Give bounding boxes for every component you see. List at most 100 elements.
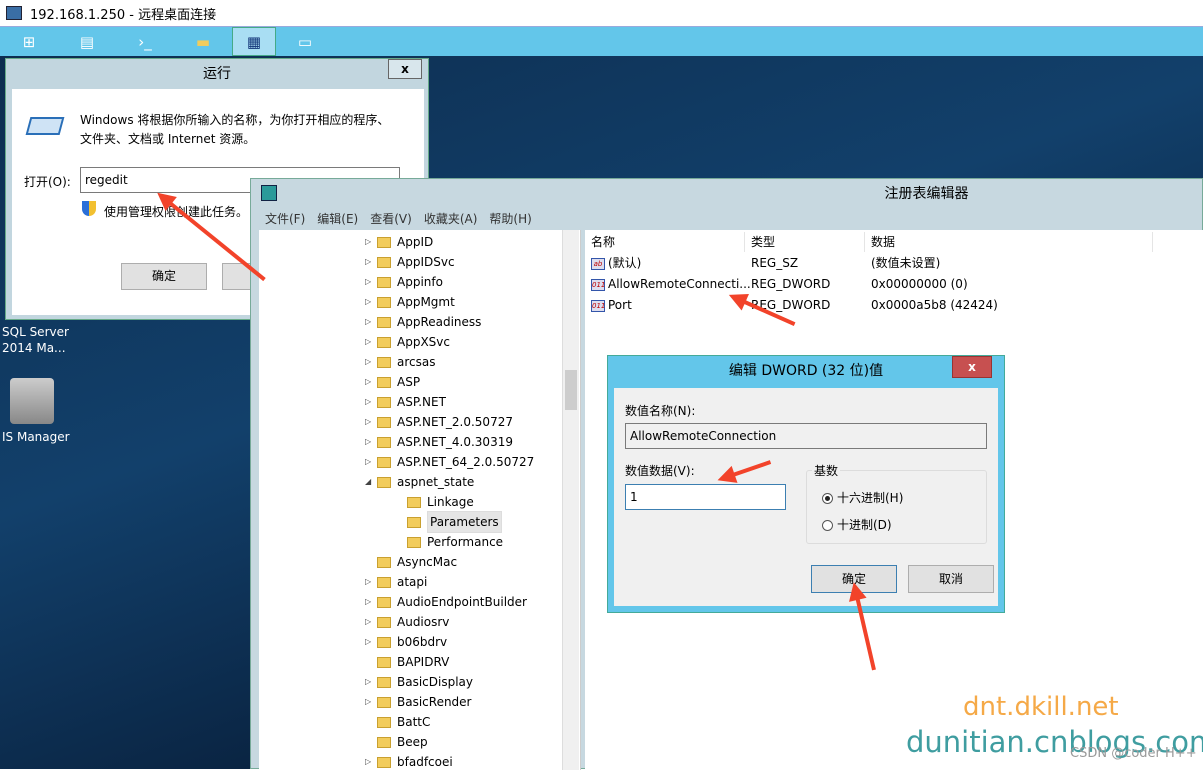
tree-node[interactable]: ▷ ASP [365, 372, 420, 392]
tree-node[interactable]: ▷ ASP.NET [365, 392, 446, 412]
value-row[interactable]: ab (默认) REG_SZ (数值未设置) [585, 253, 1203, 274]
tree-node[interactable]: ▷ AppIDSvc [365, 252, 455, 272]
folder-icon [377, 276, 391, 288]
tree-node[interactable]: ▷ BasicDisplay [365, 672, 473, 692]
radio-hex[interactable]: 十六进制(H) [822, 489, 903, 506]
expand-icon[interactable]: ▷ [365, 412, 375, 432]
expand-icon[interactable]: ▷ [365, 272, 375, 292]
tree-node[interactable]: ▷ b06bdrv [365, 632, 447, 652]
tree-node[interactable]: ▷ ASP.NET_4.0.30319 [365, 432, 513, 452]
tree-node[interactable]: ▷ AppReadiness [365, 312, 481, 332]
expand-icon[interactable]: ▷ [365, 252, 375, 272]
run-icon[interactable]: ▭ [276, 27, 334, 56]
expand-icon[interactable]: ▷ [365, 352, 375, 372]
value-type: REG_DWORD [751, 277, 831, 291]
regedit-title: 注册表编辑器 [884, 186, 969, 202]
scrollbar-thumb[interactable] [565, 370, 577, 410]
windows-start-icon[interactable]: ⊞ [0, 27, 58, 56]
expand-icon[interactable]: ◢ [365, 472, 375, 492]
folder-icon [377, 716, 391, 728]
tree-node[interactable]: ▷ bfadfcoei [365, 752, 453, 772]
tree-node[interactable]: ▷ AppMgmt [365, 292, 455, 312]
menu-item[interactable]: 收藏夹(A) [424, 209, 478, 229]
expand-icon[interactable]: ▷ [365, 312, 375, 332]
tree-node[interactable]: AsyncMac [365, 552, 457, 572]
desktop-icon-iis[interactable]: IS Manager [2, 430, 70, 444]
value-name-field: AllowRemoteConnection [625, 423, 987, 449]
tree-node-label: AppMgmt [397, 295, 455, 309]
dword-close-button[interactable]: x [952, 356, 992, 378]
menu-item[interactable]: 帮助(H) [489, 209, 531, 229]
server-manager-icon[interactable]: ▤ [58, 27, 116, 56]
expand-icon[interactable]: ▷ [365, 292, 375, 312]
desktop-icon-sql-server[interactable]: SQL Server 2014 Ma... [2, 324, 69, 356]
column-name[interactable]: 名称 [585, 232, 745, 252]
registry-tree: ▷ AppID ▷ AppIDSvc ▷ Appinfo ▷ AppMgmt ▷ AppReadi… [259, 230, 581, 770]
menu-item[interactable]: 编辑(E) [317, 209, 358, 229]
expand-icon[interactable]: ▷ [365, 372, 375, 392]
tree-node[interactable]: ▷ Audiosrv [365, 612, 449, 632]
radio-dec[interactable]: 十进制(D) [822, 516, 892, 533]
tree-node[interactable]: ▷ BasicRender [365, 692, 472, 712]
folder-icon [407, 516, 421, 528]
tree-node[interactable]: ▷ ASP.NET_64_2.0.50727 [365, 452, 534, 472]
value-row[interactable]: 011 AllowRemoteConnecti... REG_DWORD 0x0000… [585, 274, 1203, 295]
tree-node[interactable]: Performance [395, 532, 503, 552]
tree-scrollbar[interactable] [562, 230, 579, 770]
tree-node[interactable]: Beep [365, 732, 428, 752]
expand-icon[interactable]: ▷ [365, 332, 375, 352]
tree-node[interactable]: BAPIDRV [365, 652, 449, 672]
tree-node[interactable]: ▷ ASP.NET_2.0.50727 [365, 412, 513, 432]
expand-icon[interactable]: ▷ [365, 392, 375, 412]
iis-manager-icon[interactable] [10, 378, 54, 424]
expand-icon[interactable]: ▷ [365, 452, 375, 472]
expand-icon[interactable]: ▷ [365, 632, 375, 652]
tree-node[interactable]: ▷ AppXSvc [365, 332, 450, 352]
menu-item[interactable]: 查看(V) [370, 209, 412, 229]
expand-icon[interactable]: ▷ [365, 612, 375, 632]
tree-node[interactable]: ▷ Appinfo [365, 272, 443, 292]
tree-node-label: aspnet_state [397, 475, 475, 489]
expand-icon[interactable]: ▷ [365, 672, 375, 692]
tree-node[interactable]: ▷ arcsas [365, 352, 435, 372]
expand-icon[interactable]: ▷ [365, 592, 375, 612]
run-ok-button[interactable]: 确定 [121, 263, 207, 290]
column-type[interactable]: 类型 [745, 232, 865, 252]
folder-icon [377, 676, 391, 688]
rdp-title-bar: 192.168.1.250 - 远程桌面连接 [0, 0, 1203, 26]
tree-node[interactable]: ▷ AppID [365, 232, 433, 252]
file-explorer-icon[interactable]: ▬ [174, 27, 232, 56]
expand-icon[interactable]: ▷ [365, 432, 375, 452]
folder-icon [377, 576, 391, 588]
tree-node[interactable]: ◢ aspnet_state [365, 472, 474, 492]
tree-node[interactable]: ▷ atapi [365, 572, 427, 592]
menu-item[interactable]: 文件(F) [265, 209, 305, 229]
tree-node[interactable]: BattC [365, 712, 430, 732]
tree-node-label: ASP [397, 375, 421, 389]
expand-icon[interactable]: ▷ [365, 232, 375, 252]
value-row[interactable]: 011 Port REG_DWORD 0x0000a5b8 (42424) [585, 295, 1203, 316]
watermark-csdn: CSDN @coder H++ [1070, 746, 1197, 761]
watermark-dnt: dnt.dkill.net [963, 692, 1119, 722]
expand-icon[interactable]: ▷ [365, 692, 375, 712]
tree-node[interactable]: ▷ AudioEndpointBuilder [365, 592, 527, 612]
radio-dec-button[interactable] [822, 520, 833, 531]
folder-icon [377, 736, 391, 748]
value-data-input[interactable]: 1 [625, 484, 786, 510]
powershell-icon[interactable]: ›_ [116, 27, 174, 56]
radio-hex-label: 十六进制(H) [837, 491, 904, 505]
regedit-icon[interactable]: ▦ [232, 27, 276, 56]
tree-node[interactable]: Linkage [395, 492, 474, 512]
radio-hex-button[interactable] [822, 493, 833, 504]
expand-icon[interactable]: ▷ [365, 752, 375, 772]
column-data[interactable]: 数据 [865, 232, 1153, 252]
run-close-button[interactable]: x [388, 59, 422, 79]
tree-node[interactable]: Parameters [395, 511, 502, 533]
dword-cancel-button[interactable]: 取消 [908, 565, 994, 593]
folder-icon [377, 356, 391, 368]
folder-icon [377, 656, 391, 668]
folder-icon [377, 436, 391, 448]
tree-node-label: arcsas [397, 355, 436, 369]
expand-icon[interactable]: ▷ [365, 572, 375, 592]
tree-node-label: BasicRender [397, 695, 472, 709]
